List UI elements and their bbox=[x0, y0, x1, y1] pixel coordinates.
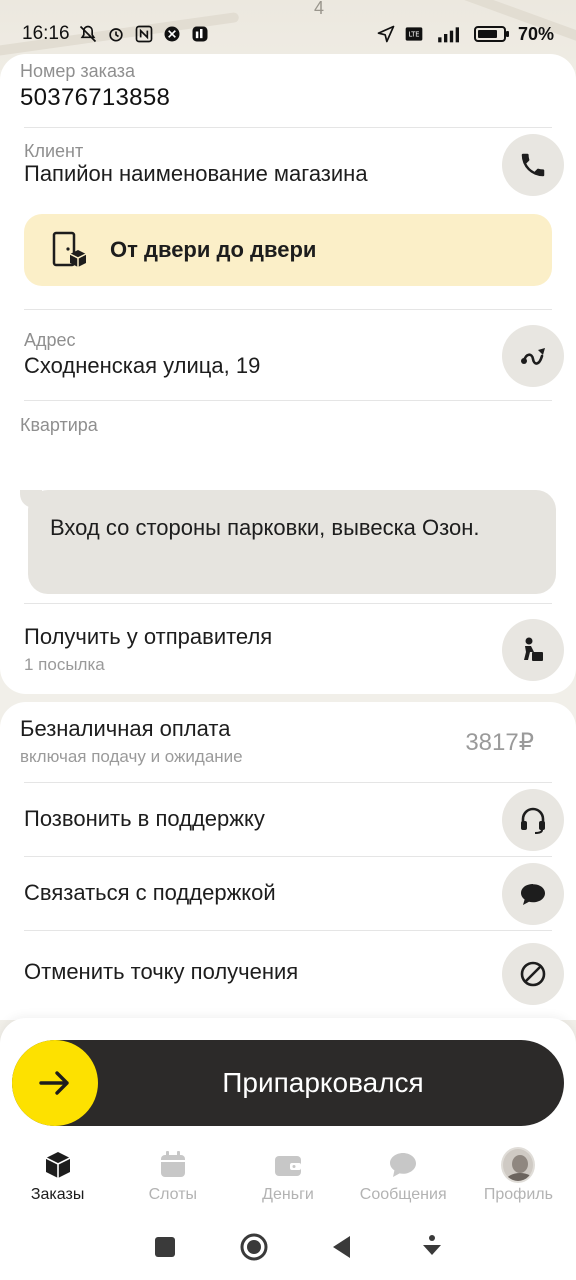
cube-icon bbox=[41, 1148, 75, 1182]
route-button[interactable] bbox=[502, 325, 564, 387]
order-number-label: Номер заказа bbox=[20, 61, 136, 81]
divider bbox=[24, 856, 552, 857]
status-bar: 16:16 LTE 70% bbox=[0, 14, 576, 54]
divider bbox=[24, 930, 552, 931]
call-client-button[interactable] bbox=[502, 134, 564, 196]
chat-icon bbox=[386, 1148, 420, 1182]
chat-bubble-icon bbox=[521, 884, 545, 905]
slide-label: Припарковался bbox=[222, 1067, 424, 1098]
cancel-pickup-label[interactable]: Отменить точку получения bbox=[24, 959, 298, 985]
volte-icon: LTE bbox=[404, 24, 424, 44]
svg-text:LTE: LTE bbox=[408, 31, 419, 39]
tab-money[interactable]: Деньги bbox=[230, 1136, 345, 1214]
app-icon bbox=[162, 24, 182, 44]
tab-label: Деньги bbox=[262, 1186, 314, 1203]
chevron-down-icon bbox=[422, 1235, 441, 1255]
square-icon bbox=[154, 1237, 175, 1257]
parked-slide-button[interactable]: Припарковался bbox=[12, 1040, 564, 1126]
pickup-title: Получить у отправителя bbox=[24, 624, 273, 649]
nfc-icon bbox=[134, 24, 154, 44]
app2-icon bbox=[190, 24, 210, 44]
door-box-icon bbox=[52, 231, 87, 267]
battery-level: 70% bbox=[517, 23, 554, 44]
triangle-back-icon bbox=[332, 1236, 350, 1258]
client-name: Папийон наименование магазина bbox=[24, 161, 368, 186]
status-time: 16:16 bbox=[22, 23, 70, 44]
route-icon bbox=[521, 348, 545, 365]
hide-keyboard-button[interactable] bbox=[412, 1227, 452, 1267]
address-value: Сходненская улица, 19 bbox=[24, 353, 261, 378]
pickup-count: 1 посылка bbox=[24, 655, 105, 674]
payment-sub: включая подачу и ожидание bbox=[20, 747, 243, 766]
tab-profile[interactable]: Профиль bbox=[461, 1136, 576, 1214]
call-support-button[interactable] bbox=[502, 789, 564, 851]
chat-support-button[interactable] bbox=[502, 863, 564, 925]
arrow-right-icon bbox=[39, 1071, 69, 1095]
order-number: 50376713858 bbox=[20, 84, 171, 111]
tab-label: Сообщения bbox=[359, 1186, 447, 1203]
payment-price: 3817₽ bbox=[465, 729, 534, 756]
slide-knob[interactable] bbox=[12, 1040, 98, 1126]
call-support-label[interactable]: Позвонить в поддержку bbox=[24, 806, 265, 832]
circle-icon bbox=[240, 1233, 267, 1261]
mute-icon bbox=[78, 24, 98, 44]
person-box-icon bbox=[524, 637, 543, 661]
avatar bbox=[501, 1147, 536, 1183]
delivery-type-banner: От двери до двери bbox=[24, 214, 552, 286]
location-icon bbox=[376, 24, 396, 44]
home-button[interactable] bbox=[234, 1227, 274, 1267]
battery-icon bbox=[473, 24, 510, 44]
order-card: Номер заказа 50376713858 Клиент Папийон … bbox=[0, 54, 576, 694]
tab-messages[interactable]: Сообщения bbox=[346, 1136, 461, 1214]
client-label: Клиент bbox=[24, 141, 84, 161]
payment-actions-card: Безналичная оплата включая подачу и ожид… bbox=[0, 702, 576, 1020]
system-nav-bar bbox=[0, 1214, 576, 1280]
address-label: Адрес bbox=[24, 330, 76, 350]
apartment-label: Квартира bbox=[20, 415, 98, 435]
back-button[interactable] bbox=[323, 1227, 363, 1267]
cancel-pickup-button[interactable] bbox=[502, 943, 564, 1005]
pickup-sender-button[interactable] bbox=[502, 619, 564, 681]
phone-icon bbox=[521, 153, 545, 177]
signal-icon bbox=[432, 24, 466, 44]
chat-support-label[interactable]: Связаться с поддержкой bbox=[24, 880, 276, 906]
delivery-type-text: От двери до двери bbox=[110, 237, 317, 262]
headset-icon bbox=[521, 807, 545, 834]
recents-button[interactable] bbox=[145, 1227, 185, 1267]
divider bbox=[24, 603, 552, 604]
tab-label: Заказы bbox=[30, 1186, 85, 1203]
tab-orders[interactable]: Заказы bbox=[0, 1136, 115, 1214]
avatar-wrap bbox=[501, 1147, 536, 1183]
cancel-icon bbox=[520, 961, 546, 987]
alarm-icon bbox=[106, 24, 126, 44]
divider bbox=[24, 782, 552, 783]
tab-label: Слоты bbox=[148, 1186, 198, 1203]
bottom-tab-bar: Заказы Слоты Деньги Сообщения Профиль bbox=[0, 1136, 576, 1214]
divider bbox=[24, 309, 552, 310]
calendar-icon bbox=[156, 1148, 190, 1182]
wallet-icon bbox=[271, 1148, 305, 1182]
tab-slots[interactable]: Слоты bbox=[115, 1136, 230, 1214]
tab-label: Профиль bbox=[483, 1186, 553, 1203]
divider bbox=[24, 400, 552, 401]
payment-title: Безналичная оплата bbox=[20, 716, 231, 741]
comment-bubble: Вход со стороны парковки, вывеска Озон. bbox=[28, 490, 556, 594]
divider bbox=[24, 127, 552, 128]
